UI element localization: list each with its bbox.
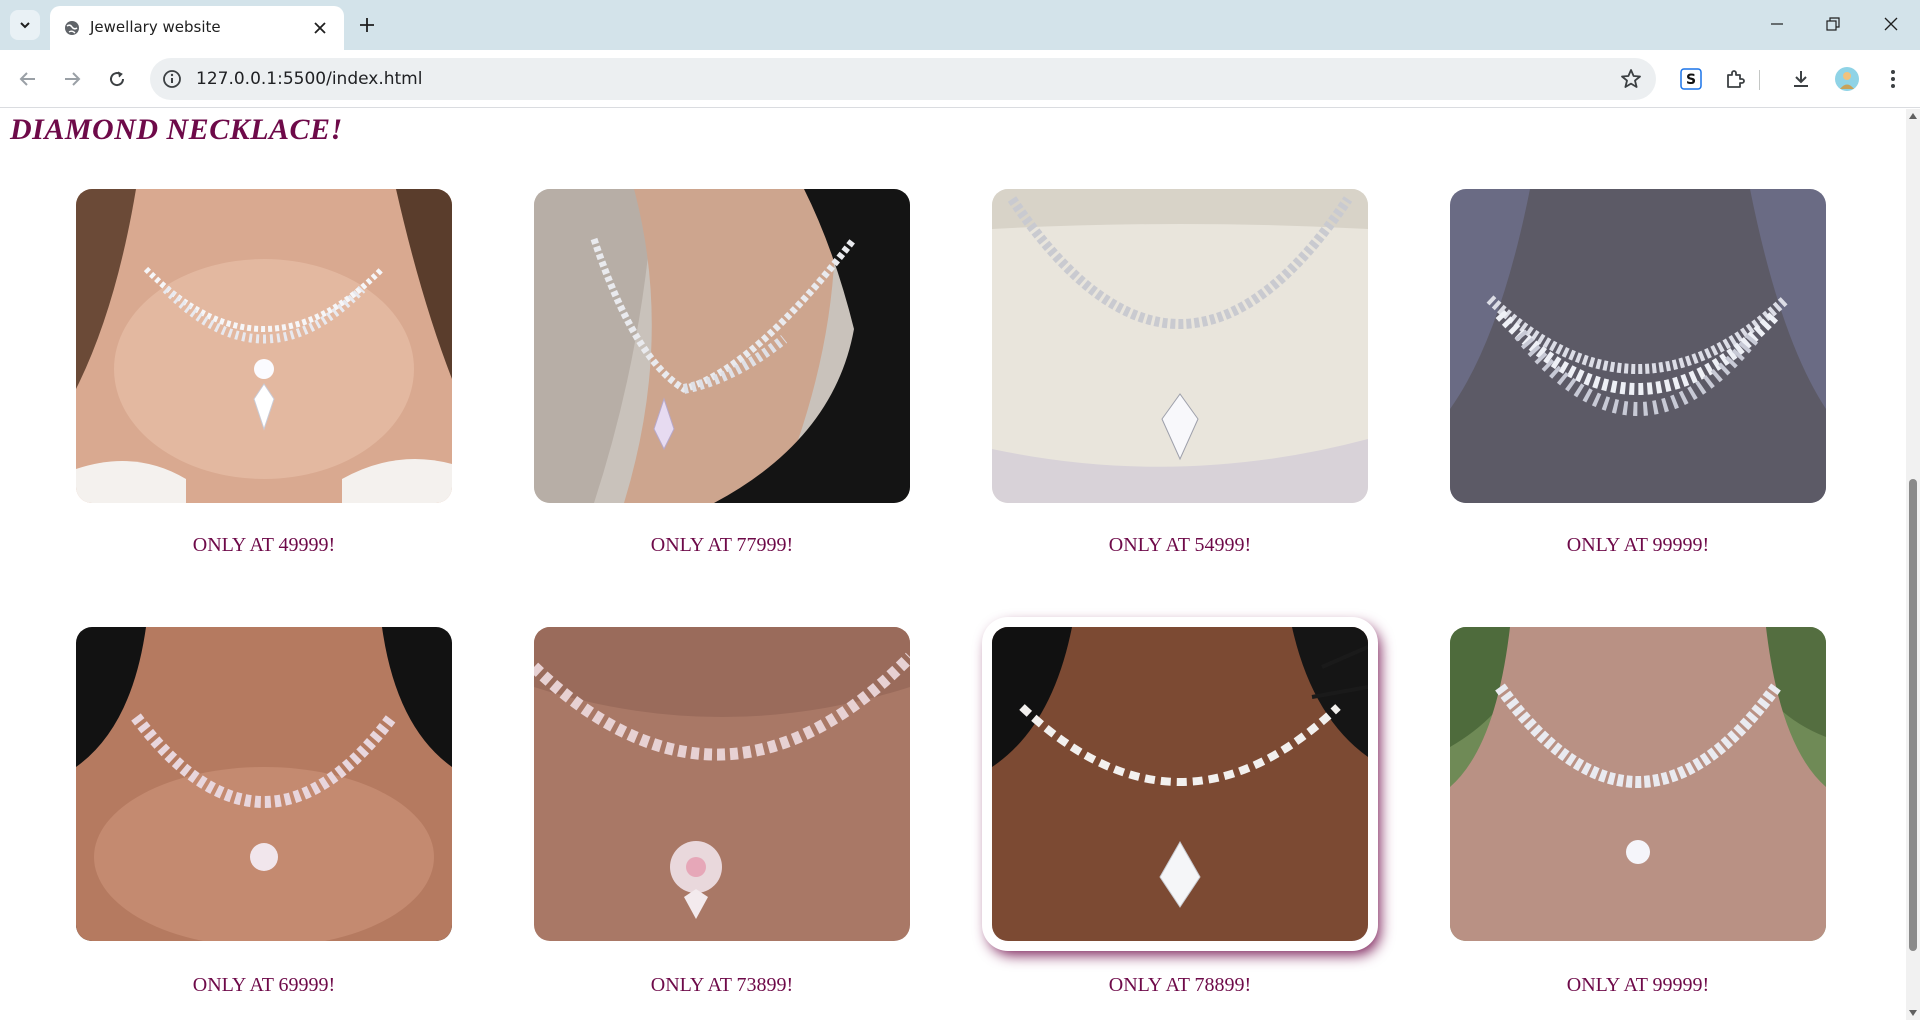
- necklace-photo[interactable]: [992, 189, 1368, 503]
- restore-button[interactable]: [1810, 8, 1856, 40]
- minimize-icon: [1771, 23, 1783, 25]
- address-bar[interactable]: 127.0.0.1:5500/index.html: [150, 58, 1656, 100]
- downloads-button[interactable]: [1786, 64, 1816, 94]
- price-label: ONLY AT 99999!: [1566, 974, 1710, 996]
- minimize-button[interactable]: [1754, 8, 1800, 40]
- close-icon: [1884, 17, 1898, 31]
- puzzle-icon: [1727, 70, 1745, 88]
- browser-menu-button[interactable]: [1878, 64, 1908, 94]
- necklace-photo[interactable]: [1450, 627, 1826, 941]
- scrollbar-thumb[interactable]: [1909, 479, 1917, 951]
- scroll-down-arrow[interactable]: [1909, 1010, 1917, 1016]
- price-label: ONLY AT 77999!: [650, 534, 794, 556]
- scroll-up-arrow[interactable]: [1909, 113, 1917, 119]
- reload-icon: [110, 71, 125, 87]
- product-card[interactable]: ONLY AT 77999!: [534, 189, 910, 556]
- product-card[interactable]: ONLY AT 54999!: [992, 189, 1368, 556]
- product-card[interactable]: ONLY AT 78899!: [992, 627, 1368, 996]
- star-icon[interactable]: [1620, 68, 1642, 90]
- product-card[interactable]: ONLY AT 49999!: [76, 189, 452, 556]
- product-card[interactable]: ONLY AT 99999!: [1450, 189, 1826, 556]
- s-extension-button[interactable]: S: [1676, 64, 1706, 94]
- product-card[interactable]: ONLY AT 73899!: [534, 627, 910, 996]
- necklace-photo[interactable]: [76, 627, 452, 941]
- price-label: ONLY AT 69999!: [192, 974, 336, 996]
- arrow-left-icon: [19, 72, 35, 86]
- product-card[interactable]: ONLY AT 69999!: [76, 627, 452, 996]
- url-text[interactable]: 127.0.0.1:5500/index.html: [196, 69, 422, 89]
- page-scrollbar[interactable]: [1906, 109, 1920, 1020]
- globe-icon: [65, 21, 79, 35]
- kebab-menu-icon: [1891, 70, 1895, 88]
- price-label: ONLY AT 54999!: [1108, 534, 1252, 556]
- tab-title: Jewellary website: [90, 18, 221, 36]
- necklace-photo[interactable]: [1450, 189, 1826, 503]
- browser-tab-bar: Jewellary website: [0, 0, 1920, 50]
- close-window-button[interactable]: [1868, 8, 1914, 40]
- necklace-photo[interactable]: [76, 189, 452, 503]
- restore-icon: [1826, 17, 1840, 31]
- price-label: ONLY AT 73899!: [650, 974, 794, 996]
- s-extension-icon: S: [1680, 68, 1702, 90]
- tab-search-button[interactable]: [10, 10, 40, 40]
- svg-text:S: S: [1686, 72, 1696, 88]
- necklace-photo[interactable]: [992, 627, 1368, 941]
- new-tab-button[interactable]: [352, 10, 382, 40]
- browser-toolbar: 127.0.0.1:5500/index.html S: [0, 50, 1920, 108]
- close-icon: [314, 22, 326, 34]
- plus-icon: [360, 18, 374, 32]
- browser-tab[interactable]: Jewellary website: [50, 6, 344, 50]
- back-button[interactable]: [12, 63, 44, 95]
- necklace-photo[interactable]: [534, 189, 910, 503]
- section-title: DIAMOND NECKLACE!: [10, 113, 343, 146]
- price-label: ONLY AT 99999!: [1566, 534, 1710, 556]
- info-icon[interactable]: [162, 69, 182, 89]
- product-card[interactable]: ONLY AT 99999!: [1450, 627, 1826, 996]
- arrow-right-icon: [65, 72, 81, 86]
- avatar: [1835, 67, 1859, 91]
- chevron-down-icon: [20, 22, 30, 29]
- page-viewport: DIAMOND NECKLACE! ONLY AT 49999! ONLY AT…: [0, 109, 1906, 1020]
- toolbar-divider: [1759, 70, 1760, 90]
- price-label: ONLY AT 49999!: [192, 534, 336, 556]
- tab-close-button[interactable]: [308, 16, 332, 40]
- forward-button[interactable]: [56, 63, 88, 95]
- reload-button[interactable]: [101, 63, 133, 95]
- download-icon: [1794, 71, 1808, 87]
- necklace-photo[interactable]: [534, 627, 910, 941]
- profile-button[interactable]: [1832, 64, 1862, 94]
- price-label: ONLY AT 78899!: [1108, 974, 1252, 996]
- extensions-button[interactable]: [1720, 64, 1750, 94]
